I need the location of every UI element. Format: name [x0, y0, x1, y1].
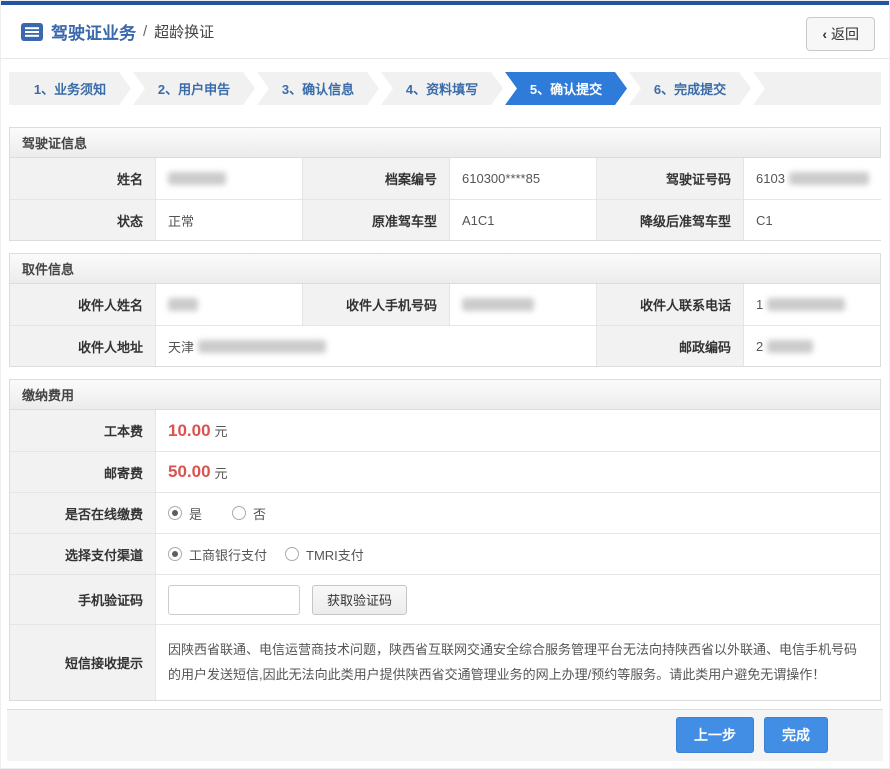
back-label: 返回 [831, 26, 859, 42]
recipient-name-label: 收件人姓名 [10, 284, 155, 325]
radio-unchecked-icon[interactable] [232, 506, 247, 520]
steps-bar: 1、业务须知 2、用户申告 3、确认信息 4、资料填写 5、确认提交 6、完成提… [9, 72, 881, 105]
license-no-label: 驾驶证号码 [596, 158, 743, 199]
step-2-user-declaration[interactable]: 2、用户申告 [133, 72, 255, 105]
fees-panel: 缴纳费用 工本费 10.00 元 邮寄费 50.00 元 是否在线缴费 是 否 选择… [9, 379, 881, 701]
postage-fee-value: 50.00 元 [155, 451, 880, 492]
step-label: 4、资料填写 [405, 82, 479, 97]
step-5-confirm-submit[interactable]: 5、确认提交 [505, 72, 627, 105]
status-value: 正常 [155, 199, 302, 240]
online-yes-option[interactable]: 是 [168, 504, 202, 523]
work-fee-label: 工本费 [10, 410, 155, 451]
pickup-info-panel: 取件信息 收件人姓名 收件人手机号码 收件人联系电话 1 收件人地址 天津 邮政… [9, 253, 881, 367]
pickup-info-title: 取件信息 [10, 254, 880, 284]
steps-filler [753, 72, 881, 105]
archive-no-value: 610300****85 [449, 158, 596, 199]
recipient-mobile-value [449, 284, 596, 325]
license-info-title: 驾驶证信息 [10, 128, 880, 158]
app-title: 驾驶证业务 [51, 24, 136, 43]
fees-title: 缴纳费用 [10, 380, 880, 410]
breadcrumb-separator: / [143, 23, 148, 40]
name-label: 姓名 [10, 158, 155, 199]
online-no-option[interactable]: 否 [232, 504, 266, 523]
online-payment-label: 是否在线缴费 [10, 492, 155, 533]
fee-unit: 元 [214, 465, 228, 481]
page: 驾驶证业务 / 超龄换证 ‹ 返回 1、业务须知 2、用户申告 3、确认信息 4… [0, 0, 890, 769]
address-value: 天津 [155, 325, 596, 366]
postcode-prefix: 2 [756, 338, 764, 354]
work-fee-value: 10.00 元 [155, 410, 880, 451]
header: 驾驶证业务 / 超龄换证 ‹ 返回 [1, 5, 889, 59]
postage-fee-label: 邮寄费 [10, 451, 155, 492]
downgrade-class-value: C1 [743, 199, 881, 240]
step-3-confirm-info[interactable]: 3、确认信息 [257, 72, 379, 105]
license-info-table: 姓名 档案编号 610300****85 驾驶证号码 6103 状态 正常 原准… [10, 158, 881, 240]
redacted-value [788, 172, 869, 185]
redacted-value [198, 339, 327, 353]
license-no-prefix: 6103 [756, 171, 785, 186]
postcode-label: 邮政编码 [596, 325, 743, 366]
recipient-phone-prefix: 1 [756, 297, 764, 312]
redacted-value [168, 298, 198, 311]
list-icon [21, 22, 43, 41]
online-yes-label: 是 [189, 506, 203, 522]
postage-fee-amount: 50.00 [168, 462, 211, 481]
sms-code-row: 获取验证码 [155, 574, 880, 624]
finish-button[interactable]: 完成 [764, 717, 828, 754]
radio-checked-icon[interactable] [168, 547, 182, 561]
step-label: 6、完成提交 [653, 82, 727, 97]
payment-channel-options: 工商银行支付 TMRI支付 [155, 533, 880, 574]
step-label: 3、确认信息 [281, 82, 355, 97]
channel-tmri-label: TMRI支付 [306, 547, 364, 563]
sms-notice-label: 短信接收提示 [10, 624, 155, 700]
channel-icbc-label: 工商银行支付 [189, 547, 268, 563]
redacted-value [168, 172, 226, 185]
sms-code-label: 手机验证码 [10, 574, 155, 624]
address-label: 收件人地址 [10, 325, 155, 366]
channel-tmri-option[interactable]: TMRI支付 [285, 545, 364, 564]
archive-no-label: 档案编号 [302, 158, 449, 199]
license-info-panel: 驾驶证信息 姓名 档案编号 610300****85 驾驶证号码 6103 状态… [9, 127, 881, 241]
work-fee-amount: 10.00 [168, 420, 211, 440]
redacted-value [462, 298, 534, 311]
back-chevron-icon: ‹ [822, 26, 827, 42]
radio-checked-icon[interactable] [168, 506, 182, 520]
step-4-fill-data[interactable]: 4、资料填写 [381, 72, 503, 105]
previous-step-button[interactable]: 上一步 [676, 717, 754, 754]
sms-notice-text: 因陕西省联通、电信运营商技术问题，陕西省互联网交通安全综合服务管理平台无法向持陕… [155, 624, 880, 700]
orig-class-label: 原准驾车型 [302, 199, 449, 240]
recipient-phone-label: 收件人联系电话 [596, 284, 743, 325]
address-prefix: 天津 [168, 339, 195, 355]
status-label: 状态 [10, 199, 155, 240]
channel-icbc-option[interactable]: 工商银行支付 [168, 545, 267, 564]
orig-class-value: A1C1 [449, 199, 596, 240]
step-label: 2、用户申告 [157, 82, 231, 97]
sms-code-input[interactable] [168, 584, 300, 615]
get-code-button[interactable]: 获取验证码 [312, 584, 408, 615]
step-6-complete-submit[interactable]: 6、完成提交 [629, 72, 751, 105]
pickup-info-table: 收件人姓名 收件人手机号码 收件人联系电话 1 收件人地址 天津 邮政编码 2 [10, 284, 880, 366]
recipient-phone-value: 1 [743, 284, 880, 325]
step-label: 1、业务须知 [33, 82, 107, 97]
fees-table: 工本费 10.00 元 邮寄费 50.00 元 是否在线缴费 是 否 选择支付渠道 … [10, 410, 880, 700]
fee-unit: 元 [214, 424, 228, 439]
recipient-mobile-label: 收件人手机号码 [302, 284, 449, 325]
back-button[interactable]: ‹ 返回 [806, 17, 875, 51]
page-title: 超龄换证 [154, 24, 215, 41]
downgrade-class-label: 降级后准驾车型 [596, 199, 743, 240]
redacted-value [767, 298, 846, 311]
step-1-business-notice[interactable]: 1、业务须知 [9, 72, 131, 105]
name-value [155, 158, 302, 199]
footer-bar: 上一步 完成 [7, 708, 883, 761]
postcode-value: 2 [743, 325, 880, 366]
step-label: 5、确认提交 [529, 82, 603, 97]
redacted-value [767, 339, 814, 353]
online-no-label: 否 [253, 506, 267, 522]
recipient-name-value [155, 284, 302, 325]
license-no-value: 6103 [743, 158, 881, 199]
radio-unchecked-icon[interactable] [285, 547, 300, 561]
payment-channel-label: 选择支付渠道 [10, 533, 155, 574]
online-payment-options: 是 否 [155, 492, 880, 533]
